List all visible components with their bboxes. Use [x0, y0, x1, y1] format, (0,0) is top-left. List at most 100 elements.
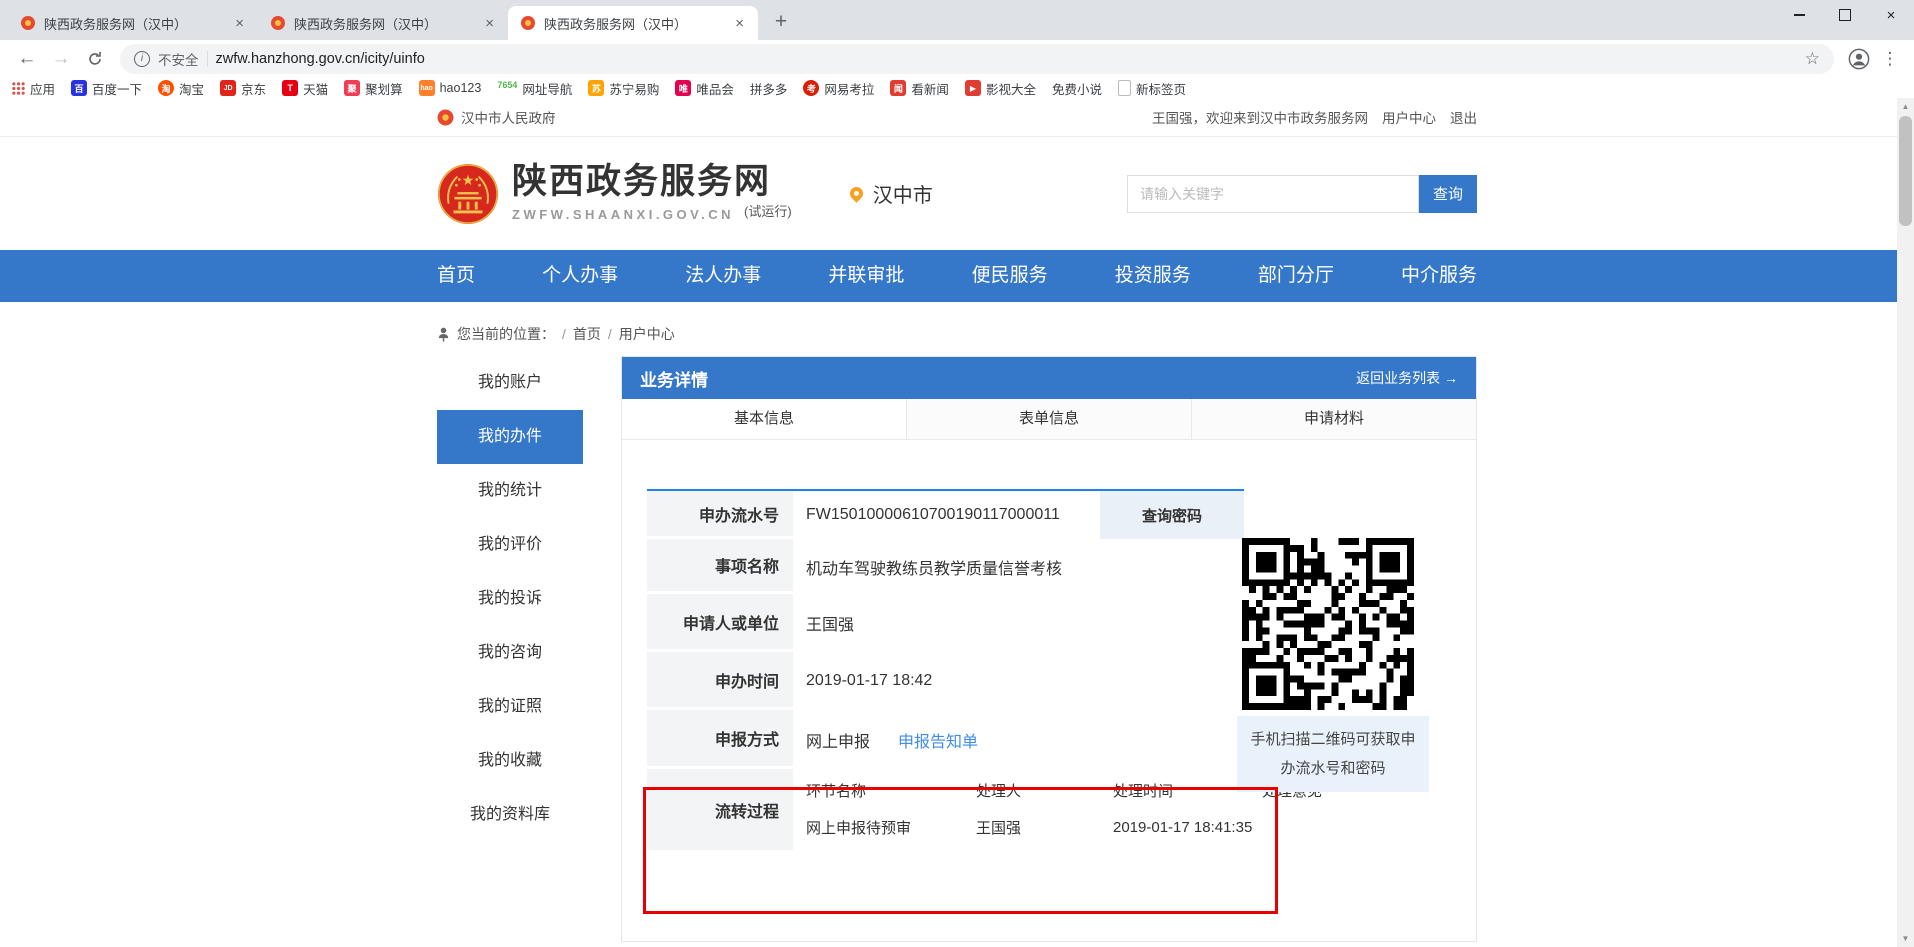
avatar-icon[interactable] [1844, 44, 1874, 74]
sidebar-item[interactable]: 我的咨询 [437, 626, 583, 680]
location-pin-icon [847, 184, 865, 202]
forward-button[interactable]: → [46, 44, 76, 74]
bookmark-item[interactable]: 7654网址导航 [497, 79, 572, 98]
site-topbar: 汉中市人民政府 王国强，欢迎来到汉中市政务服务网 用户中心 退出 [0, 98, 1914, 137]
sidebar-item[interactable]: 我的收藏 [437, 734, 583, 788]
query-password-cell[interactable]: 查询密码 [1100, 491, 1244, 539]
scroll-thumb[interactable] [1899, 116, 1912, 226]
main-nav: 首页 个人办事 法人办事 并联审批 便民服务 投资服务 部门分厅 中介服务 [0, 250, 1914, 302]
browser-tab[interactable]: 陕西政务服务网（汉中）× [258, 6, 508, 40]
bookmark-favicon-icon: T [282, 80, 298, 96]
nav-item[interactable]: 便民服务 [972, 250, 1048, 302]
page: 汉中市人民政府 王国强，欢迎来到汉中市政务服务网 用户中心 退出 [0, 98, 1914, 947]
bookmark-item[interactable]: 闻看新闻 [890, 79, 949, 98]
favicon-icon [20, 15, 36, 31]
nav-item[interactable]: 投资服务 [1115, 250, 1191, 302]
search-input[interactable] [1127, 175, 1419, 213]
bookmark-label: 百度一下 [92, 79, 142, 98]
bookmark-item[interactable]: 唯唯品会 [675, 79, 734, 98]
url-bar[interactable]: i 不安全 zwfw.hanzhong.gov.cn/icity/uinfo ☆ [120, 44, 1834, 74]
nav-item[interactable]: 首页 [437, 250, 475, 302]
city-selector[interactable]: 汉中市 [850, 179, 933, 208]
bookmark-item[interactable]: T天猫 [282, 79, 328, 98]
browser-tabs: 陕西政务服务网（汉中）×陕西政务服务网（汉中）×陕西政务服务网（汉中）× [8, 6, 758, 40]
panel-tab[interactable]: 表单信息 [907, 399, 1192, 439]
panel-tab[interactable]: 申请材料 [1192, 399, 1476, 439]
bookmark-label: 京东 [241, 79, 266, 98]
logout-link[interactable]: 退出 [1450, 107, 1477, 127]
sidebar-item[interactable]: 我的投诉 [437, 572, 583, 626]
bookmark-item[interactable]: 应用 [12, 79, 55, 98]
reload-button[interactable] [80, 44, 110, 74]
page-scrollbar[interactable]: ▲ ▼ [1897, 98, 1914, 947]
nav-item[interactable]: 中介服务 [1401, 250, 1477, 302]
back-to-list-link[interactable]: 返回业务列表 → [1356, 368, 1458, 388]
bookmark-item[interactable]: 考网易考拉 [803, 79, 874, 98]
detail-value-text: 2019-01-17 18:42 [806, 672, 932, 690]
window-controls: × [1776, 0, 1914, 30]
user-center-link[interactable]: 用户中心 [1382, 107, 1436, 127]
bookmark-item[interactable]: 新标签页 [1118, 79, 1186, 98]
bookmark-label: 唯品会 [696, 79, 734, 98]
sidebar-item[interactable]: 我的统计 [437, 464, 583, 518]
nav-item[interactable]: 部门分厅 [1258, 250, 1334, 302]
bookmark-item[interactable]: 百百度一下 [71, 79, 142, 98]
menu-kebab-icon[interactable]: ⋮ [1878, 49, 1902, 69]
scroll-down-arrow[interactable]: ▼ [1897, 930, 1914, 947]
scroll-up-arrow[interactable]: ▲ [1897, 98, 1914, 115]
back-button[interactable]: ← [12, 44, 42, 74]
bookmark-label: 淘宝 [179, 79, 204, 98]
maximize-button[interactable] [1822, 0, 1868, 30]
close-button[interactable]: × [1868, 0, 1914, 30]
reload-icon [87, 51, 103, 67]
process-row: 网上申报待预审王国强2019-01-17 18:41:35 [806, 811, 1326, 843]
tab-close-icon[interactable]: × [483, 15, 496, 32]
sidebar-item[interactable]: 我的证照 [437, 680, 583, 734]
detail-label: 申请人或单位 [647, 594, 793, 652]
business-detail-panel: 业务详情 返回业务列表 → 基本信息表单信息申请材料 申办流水号FW150100… [621, 356, 1477, 942]
qr-code [1242, 538, 1414, 710]
sidebar-item[interactable]: 我的办件 [437, 410, 583, 464]
bookmark-item[interactable]: haohao123 [419, 80, 482, 96]
play-icon: ▶ [965, 80, 981, 96]
breadcrumb-link-user-center[interactable]: 用户中心 [619, 324, 675, 344]
breadcrumb-link-home[interactable]: 首页 [573, 324, 601, 344]
bookmark-label: 影视大全 [986, 79, 1036, 98]
info-icon[interactable]: i [134, 51, 150, 67]
bookmark-item[interactable]: 拼多多 [750, 79, 788, 98]
process-header-cell: 环节名称 [806, 780, 976, 801]
tab-close-icon[interactable]: × [233, 15, 246, 32]
bookmark-item[interactable]: 淘淘宝 [158, 79, 204, 98]
nav-item[interactable]: 个人办事 [542, 250, 618, 302]
bookmark-item[interactable]: 免费小说 [1052, 79, 1102, 98]
browser-tab[interactable]: 陕西政务服务网（汉中）× [8, 6, 258, 40]
favicon-icon [520, 15, 536, 31]
bookmark-star-icon[interactable]: ☆ [1805, 49, 1820, 69]
nav-item[interactable]: 法人办事 [685, 250, 761, 302]
site-subtitle: ZWFW.SHAANXI.GOV.CN [512, 207, 734, 222]
bookmark-label: 新标签页 [1136, 79, 1186, 98]
bookmark-item[interactable]: 苏苏宁易购 [588, 79, 659, 98]
sidebar-item[interactable]: 我的资料库 [437, 788, 583, 842]
detail-value: 王国强 [793, 594, 1244, 652]
minimize-button[interactable] [1776, 0, 1822, 30]
browser-tab[interactable]: 陕西政务服务网（汉中）× [508, 6, 758, 40]
panel-tab[interactable]: 基本信息 [622, 399, 907, 439]
bookmark-item[interactable]: 聚聚划算 [344, 79, 403, 98]
site-logo[interactable]: 陕西政务服务网 ZWFW.SHAANXI.GOV.CN (试运行) [437, 163, 792, 225]
nav-item[interactable]: 并联审批 [828, 250, 904, 302]
sidebar-item[interactable]: 我的评价 [437, 518, 583, 572]
gov-emblem-icon [437, 109, 454, 126]
maximize-icon [1839, 9, 1851, 21]
sidebar-item[interactable]: 我的账户 [437, 356, 583, 410]
bookmark-item[interactable]: JD京东 [220, 79, 266, 98]
notice-form-link[interactable]: 申报告知单 [898, 728, 978, 752]
process-cell: 王国强 [976, 817, 1113, 838]
welcome-text: 王国强，欢迎来到汉中市政务服务网 [1152, 107, 1368, 127]
tab-close-icon[interactable]: × [733, 15, 746, 32]
bookmark-item[interactable]: ▶ 影视大全 [965, 79, 1036, 98]
gov-portal-link[interactable]: 汉中市人民政府 [437, 107, 556, 127]
bookmark-label: 看新闻 [911, 79, 949, 98]
search-button[interactable]: 查询 [1419, 175, 1477, 213]
new-tab-button[interactable]: + [766, 7, 796, 37]
